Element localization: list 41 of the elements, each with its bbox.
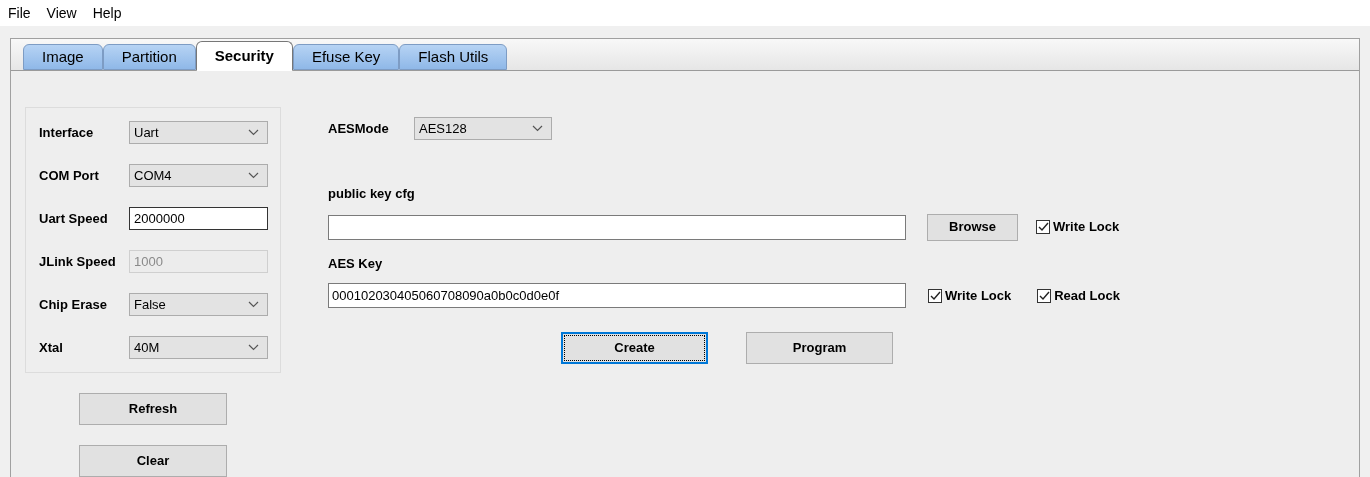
- dropdown[interactable]: False: [129, 293, 268, 316]
- tab[interactable]: Image: [23, 44, 103, 70]
- chevron-down-icon: [248, 301, 259, 308]
- field-label: JLink Speed: [39, 252, 117, 271]
- field-label: AES Key: [328, 254, 383, 273]
- field-label: AESMode: [328, 119, 390, 138]
- field-label: Chip Erase: [39, 295, 108, 314]
- field-label: Interface: [39, 123, 95, 142]
- menu-item[interactable]: View: [46, 2, 77, 24]
- dropdown[interactable]: COM4: [129, 164, 268, 187]
- tab[interactable]: Security: [195, 41, 293, 71]
- menu-item[interactable]: File: [8, 2, 31, 24]
- field-label: Uart Speed: [39, 209, 109, 228]
- checkbox[interactable]: [1036, 220, 1050, 234]
- field-label: Xtal: [39, 338, 64, 357]
- tab[interactable]: Efuse Key: [292, 44, 400, 70]
- button[interactable]: Clear: [79, 445, 227, 477]
- button[interactable]: Refresh: [79, 393, 227, 425]
- checkbox-label: Write Lock: [1053, 218, 1120, 237]
- chevron-down-icon: [248, 129, 259, 136]
- checkbox-label: Write Lock: [945, 286, 1012, 305]
- dropdown[interactable]: AES128: [414, 117, 552, 140]
- button[interactable]: Create: [561, 332, 708, 364]
- checkbox[interactable]: [1037, 288, 1052, 303]
- tab[interactable]: Flash Utils: [399, 44, 508, 70]
- chevron-down-icon: [532, 125, 543, 132]
- chevron-down-icon: [248, 344, 259, 351]
- field-label: public key cfg: [328, 185, 415, 203]
- field-label: COM Port: [39, 166, 100, 185]
- tab[interactable]: Partition: [102, 44, 196, 70]
- menu-item[interactable]: Help: [92, 2, 122, 24]
- checkbox-label: Read Lock: [1054, 286, 1120, 305]
- input-field[interactable]: 2000000: [129, 207, 268, 230]
- input-field[interactable]: [328, 214, 906, 240]
- chevron-down-icon: [248, 172, 259, 179]
- dropdown[interactable]: 40M: [129, 336, 268, 359]
- browse-button[interactable]: Browse: [927, 213, 1018, 241]
- checkbox[interactable]: [928, 288, 942, 303]
- button[interactable]: Program: [746, 332, 893, 364]
- input-field[interactable]: 000102030405060708090a0b0c0d0e0f: [328, 283, 906, 308]
- dropdown[interactable]: Uart: [129, 121, 268, 144]
